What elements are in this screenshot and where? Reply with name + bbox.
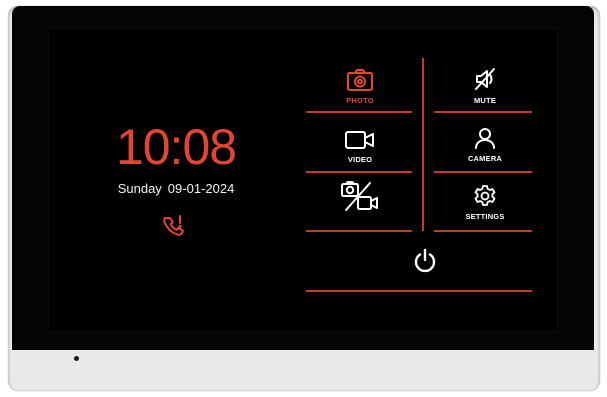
date-label: 09-01-2024 <box>167 181 235 196</box>
camera-label: CAMERA <box>467 154 503 163</box>
person-icon <box>475 128 495 149</box>
menu-divider-row1-left <box>306 111 412 113</box>
power-icon <box>414 248 436 273</box>
power-button[interactable] <box>405 248 445 274</box>
menu-divider-row1-right <box>434 111 532 113</box>
mute-label: MUTE <box>473 96 497 105</box>
settings-label: SETTINGS <box>465 212 505 221</box>
menu-divider-row2-left <box>306 171 412 173</box>
date-line: Sunday 09-01-2024 <box>104 181 248 196</box>
photo-video-toggle-icon <box>341 181 378 211</box>
photo-label: PHOTO <box>346 96 374 105</box>
video-label: VIDEO <box>347 155 373 164</box>
menu-divider-row2-right <box>434 171 532 173</box>
photo-button[interactable]: PHOTO <box>330 68 390 105</box>
day-label: Sunday <box>117 181 162 196</box>
video-camera-icon <box>345 131 374 149</box>
menu-divider-vertical <box>422 58 424 231</box>
menu-divider-row3-left <box>306 230 412 232</box>
mute-button[interactable]: MUTE <box>455 66 515 105</box>
video-button[interactable]: VIDEO <box>330 129 390 164</box>
clock-time: 10:08 <box>115 119 237 175</box>
missed-call-icon[interactable] <box>160 213 188 241</box>
menu-divider-bottom <box>306 290 532 292</box>
camera-button[interactable]: CAMERA <box>455 126 515 163</box>
gear-icon <box>474 185 496 206</box>
menu-divider-row3-right <box>434 230 532 232</box>
photo-video-button[interactable] <box>330 180 390 216</box>
speaker-muted-icon <box>475 68 495 90</box>
settings-button[interactable]: SETTINGS <box>455 184 515 221</box>
camera-photo-icon <box>347 69 373 91</box>
indicator-dot <box>74 356 79 361</box>
